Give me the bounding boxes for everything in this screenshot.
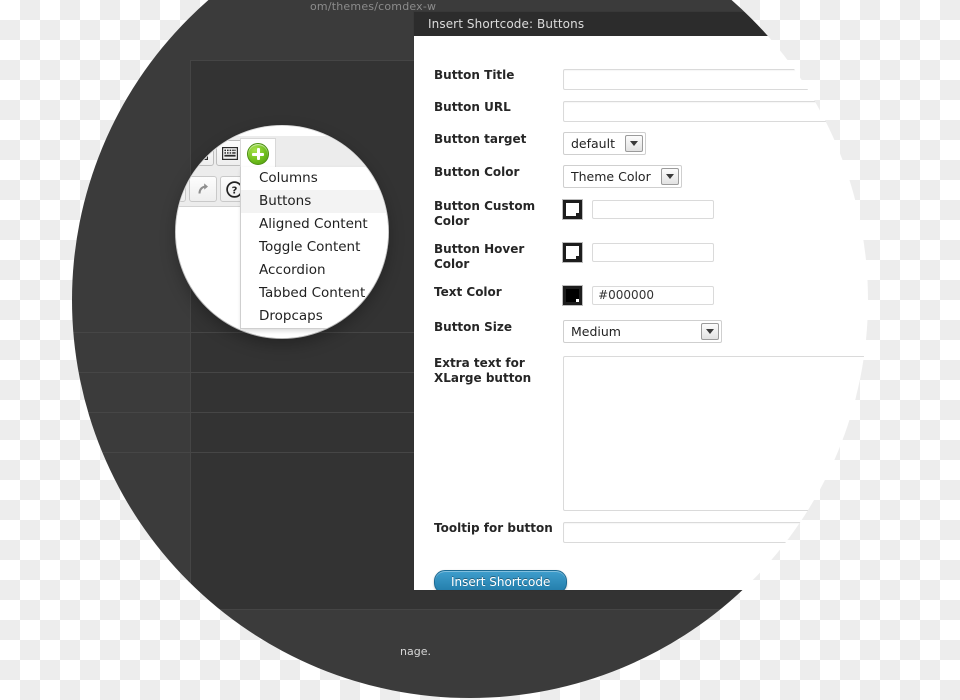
label-button-target: Button target <box>434 132 527 146</box>
label-extra-text: Extra text for XLarge button <box>434 356 532 385</box>
field-button-custom-color <box>563 199 715 219</box>
menu-item-tabbed-content[interactable]: Tabbed Content <box>241 282 388 305</box>
shortcode-dropdown-menu[interactable]: Columns Buttons Aligned Content Toggle C… <box>240 167 388 329</box>
screenshot-stage: om/themes/comdex-w nage. ? Columns Butto… <box>72 0 868 698</box>
mouse-cursor <box>366 318 379 337</box>
button-target-value: default <box>571 136 615 151</box>
color-swatch-icon[interactable] <box>563 200 582 219</box>
undo-icon[interactable] <box>176 176 186 202</box>
chevron-down-icon <box>624 135 643 152</box>
footer-text: nage. <box>400 645 431 658</box>
label-button-title: Button Title <box>434 68 515 82</box>
button-hover-color-input[interactable] <box>592 243 715 262</box>
color-swatch-icon[interactable] <box>563 286 582 305</box>
label-button-color: Button Color <box>434 165 520 179</box>
label-tooltip: Tooltip for button <box>434 521 553 535</box>
dialog-title-bar: Insert Shortcode: Buttons <box>414 12 868 36</box>
menu-item-aligned-content[interactable]: Aligned Content <box>241 213 388 236</box>
insert-shortcode-button[interactable]: Insert Shortcode <box>434 570 568 590</box>
magnifier-lens: ? Columns Buttons Aligned Content Toggle… <box>176 126 388 338</box>
button-url-input[interactable] <box>563 100 868 122</box>
field-button-color: Theme Color <box>563 165 682 188</box>
tooltip-input[interactable] <box>563 521 868 543</box>
chevron-down-icon <box>660 168 679 185</box>
button-title-input[interactable] <box>563 68 868 90</box>
dialog-body: Button Title Button URL Button target de… <box>414 36 868 590</box>
field-button-url <box>563 100 868 122</box>
redo-icon[interactable] <box>189 176 217 202</box>
button-color-select[interactable]: Theme Color <box>563 165 682 188</box>
green-plus-glyph <box>247 143 269 165</box>
field-button-target: default <box>563 132 646 155</box>
menu-item-columns[interactable]: Columns <box>241 167 388 190</box>
field-extra-text <box>563 356 868 515</box>
svg-text:?: ? <box>231 185 237 196</box>
color-swatch-icon[interactable] <box>563 243 582 262</box>
button-color-value: Theme Color <box>571 169 651 184</box>
button-size-value: Medium <box>571 324 621 339</box>
label-button-custom-color: Button Custom Color <box>434 199 536 228</box>
field-text-color: #000000 <box>563 285 715 305</box>
chevron-down-icon <box>701 323 719 340</box>
fullscreen-icon[interactable] <box>186 140 214 166</box>
label-text-color: Text Color <box>434 285 502 299</box>
label-button-size: Button Size <box>434 320 513 334</box>
field-button-title <box>563 68 868 90</box>
field-tooltip <box>563 521 868 543</box>
field-button-hover-color <box>563 242 715 262</box>
button-target-select[interactable]: default <box>563 132 646 155</box>
text-color-input[interactable]: #000000 <box>592 286 715 305</box>
button-custom-color-input[interactable] <box>592 200 715 219</box>
insert-shortcode-dialog: Insert Shortcode: Buttons Button Title B… <box>414 12 868 590</box>
extra-text-textarea[interactable] <box>563 356 868 511</box>
label-button-hover-color: Button Hover Color <box>434 242 525 271</box>
lens-content: ? Columns Buttons Aligned Content Toggle… <box>176 126 388 338</box>
button-size-select[interactable]: Medium <box>563 320 722 343</box>
menu-item-buttons[interactable]: Buttons <box>241 190 388 213</box>
field-button-size: Medium <box>563 320 722 343</box>
menu-item-accordion[interactable]: Accordion <box>241 259 388 282</box>
add-shortcode-icon[interactable] <box>240 138 276 169</box>
label-button-url: Button URL <box>434 100 511 114</box>
menu-item-toggle-content[interactable]: Toggle Content <box>241 236 388 259</box>
